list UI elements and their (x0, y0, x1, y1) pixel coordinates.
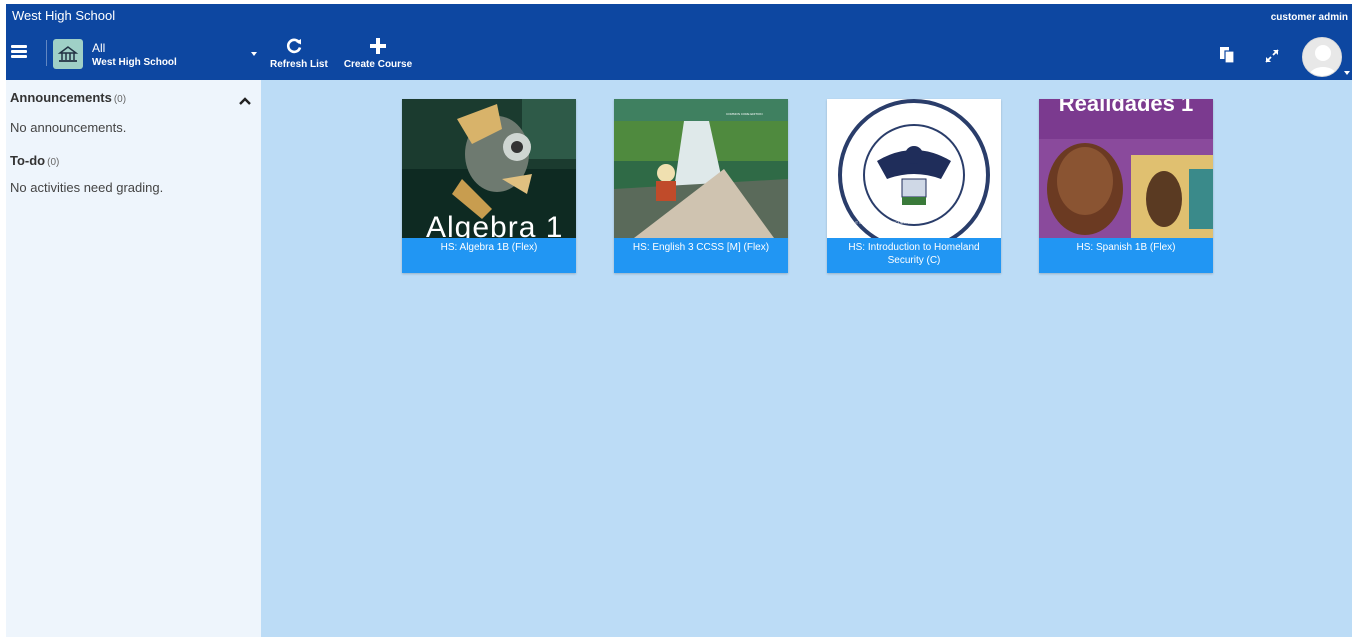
app-window: West High School customer admin All West… (6, 4, 1352, 637)
course-cover-text: Realidades 1 (1058, 99, 1194, 116)
course-cover-image: Algebra 1 (402, 99, 576, 238)
plus-icon (340, 35, 416, 57)
todo-title: To-do (10, 153, 46, 168)
school-title: West High School (12, 8, 116, 23)
announcements-empty-text: No announcements. (10, 120, 127, 135)
create-course-button[interactable]: Create Course (340, 35, 416, 75)
course-title[interactable]: HS: English 3 CCSS [M] (Flex) (614, 238, 788, 273)
course-card-english[interactable]: COMMON CORE EDITION HS: English 3 CCSS [… (614, 99, 788, 273)
menu-icon[interactable] (11, 45, 27, 59)
course-cover-image: DEPARTMENT OF HOMELAND SECURITY (827, 99, 1001, 238)
course-title[interactable]: HS: Introduction to Homeland Security (C… (827, 238, 1001, 273)
user-avatar-icon[interactable] (1302, 37, 1342, 77)
avatar-chevron-down-icon[interactable] (1344, 71, 1350, 75)
announcements-heading: Announcements (0) (10, 90, 126, 105)
course-title[interactable]: HS: Algebra 1B (Flex) (402, 238, 576, 273)
chevron-down-icon (251, 52, 257, 56)
sidebar: Announcements (0) No announcements. To-do… (6, 80, 261, 637)
course-title[interactable]: HS: Spanish 1B (Flex) (1039, 238, 1213, 273)
announcements-title: Announcements (10, 90, 112, 105)
course-badge-icon (53, 39, 83, 69)
create-course-label: Create Course (343, 59, 413, 70)
course-card-algebra[interactable]: Algebra 1 HS: Algebra 1B (Flex) (402, 99, 576, 273)
header-divider (46, 40, 47, 66)
course-card-spanish[interactable]: Realidades 1 HS: Spanish 1B (Flex) (1039, 99, 1213, 273)
todo-count: (0) (47, 157, 60, 168)
todo-empty-text: No activities need grading. (10, 180, 164, 195)
course-card-homeland-security[interactable]: DEPARTMENT OF HOMELAND SECURITY HS: Intr… (827, 99, 1001, 273)
expand-icon[interactable] (1264, 48, 1280, 69)
refresh-list-button[interactable]: Refresh List (270, 35, 328, 75)
refresh-list-label: Refresh List (270, 59, 328, 70)
course-cover-image: Realidades 1 (1039, 99, 1213, 238)
course-cover-text: Algebra 1 (426, 211, 564, 238)
refresh-icon (270, 35, 318, 57)
course-cover-text: DEPARTMENT OF HOMELAND SECURITY (831, 220, 910, 225)
copy-icon[interactable] (1219, 46, 1235, 69)
course-filter-school: West High School (92, 57, 177, 68)
chevron-up-icon[interactable] (239, 93, 251, 105)
user-name[interactable]: customer admin (1271, 12, 1348, 23)
course-filter-label: All (92, 41, 106, 55)
course-cover-text: COMMON CORE EDITION (726, 112, 763, 116)
todo-heading: To-do (0) (10, 153, 59, 168)
announcements-count: (0) (113, 94, 127, 105)
top-bar: West High School customer admin All West… (6, 4, 1352, 80)
course-filter-dropdown[interactable]: All West High School (52, 38, 258, 70)
course-cover-image: COMMON CORE EDITION (614, 99, 788, 238)
